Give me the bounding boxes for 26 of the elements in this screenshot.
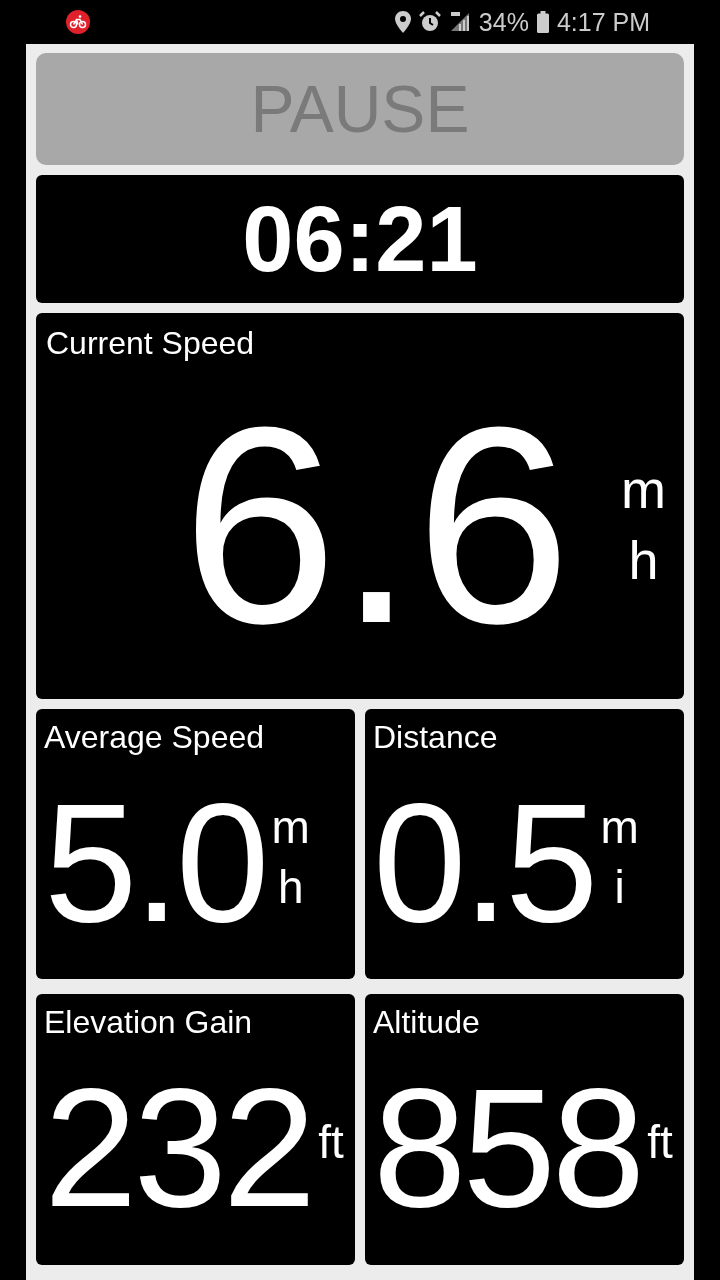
unit-label: m bbox=[600, 799, 639, 855]
battery-icon bbox=[536, 11, 549, 33]
bicycle-icon bbox=[66, 10, 90, 34]
unit-label: m bbox=[621, 458, 666, 522]
metric-label: Current Speed bbox=[46, 325, 255, 362]
alarm-icon bbox=[418, 11, 441, 33]
signal-icon bbox=[448, 11, 471, 33]
clock-time: 4:17 PM bbox=[556, 7, 650, 37]
metric-value: 858 bbox=[373, 1064, 642, 1232]
unit-label: h bbox=[277, 859, 304, 915]
unit-label: ft bbox=[647, 1115, 673, 1171]
location-icon bbox=[394, 11, 411, 33]
metric-label: Altitude bbox=[373, 1004, 480, 1041]
battery-percent: 34% bbox=[478, 7, 529, 37]
metric-value: 232 bbox=[44, 1064, 313, 1232]
unit-label: i bbox=[614, 859, 625, 915]
unit-label: ft bbox=[318, 1115, 344, 1171]
unit-label: h bbox=[628, 528, 659, 592]
elapsed-time: 06:21 bbox=[242, 186, 478, 292]
metric-label: Average Speed bbox=[44, 719, 265, 756]
metric-value: 6.6 bbox=[181, 384, 571, 665]
metric-label: Distance bbox=[373, 719, 498, 756]
unit-label: m bbox=[271, 799, 310, 855]
metric-value: 0.5 bbox=[373, 778, 595, 947]
metric-value: 5.0 bbox=[44, 778, 266, 947]
metric-label: Elevation Gain bbox=[44, 1004, 253, 1041]
